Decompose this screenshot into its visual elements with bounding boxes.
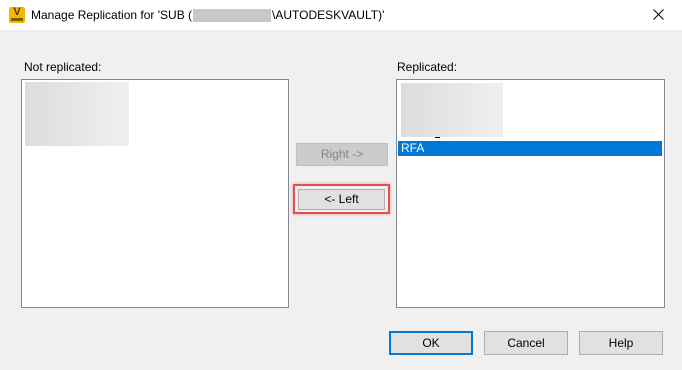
window-title-prefix: Manage Replication for 'SUB ( [31, 8, 193, 22]
close-button[interactable] [636, 0, 682, 30]
redacted-list-item [25, 82, 129, 146]
help-button[interactable]: Help [579, 331, 663, 355]
ok-button[interactable]: OK [389, 331, 473, 355]
replicated-label: Replicated: [397, 60, 458, 74]
move-left-button[interactable]: <- Left [298, 189, 385, 210]
replicated-list[interactable]: RFA [396, 79, 665, 308]
not-replicated-label: Not replicated: [24, 60, 102, 74]
cancel-button[interactable]: Cancel [484, 331, 568, 355]
not-replicated-list[interactable] [21, 79, 289, 308]
close-icon [653, 9, 664, 20]
vault-app-icon: V [9, 7, 25, 23]
window-title: Manage Replication for 'SUB ( \AUTODESKV… [31, 8, 384, 22]
list-item-rfa[interactable]: RFA [398, 141, 662, 156]
title-bar: V Manage Replication for 'SUB ( \AUTODES… [0, 0, 682, 30]
window-title-suffix: \AUTODESKVAULT)' [272, 8, 385, 22]
move-right-button[interactable]: Right -> [296, 143, 388, 166]
redacted-list-item [401, 83, 503, 137]
redacted-server-name [193, 8, 272, 22]
